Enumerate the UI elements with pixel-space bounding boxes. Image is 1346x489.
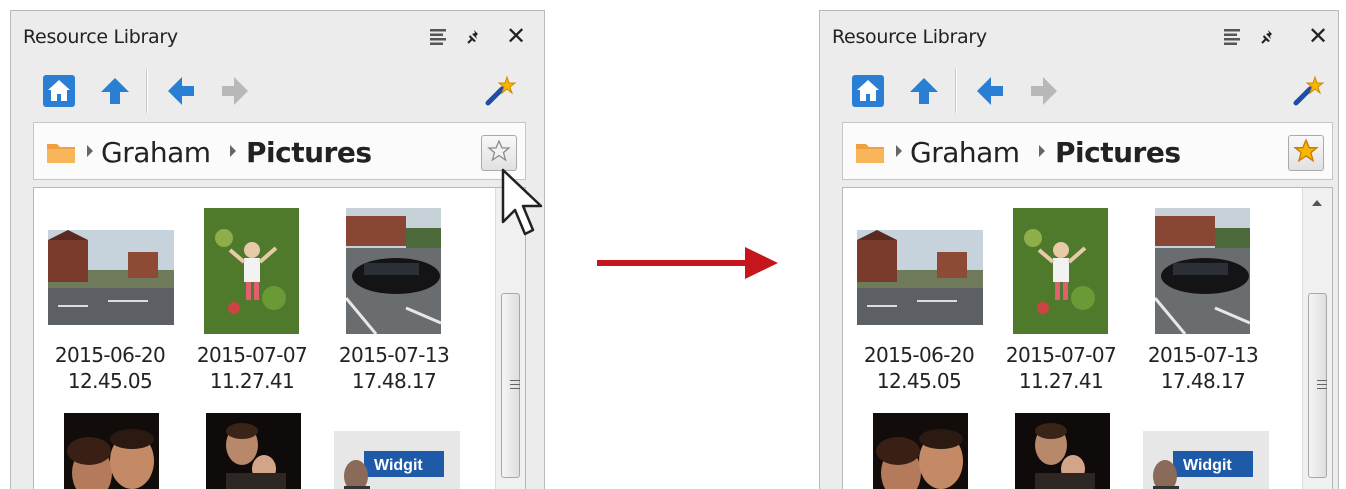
folder-icon bbox=[855, 140, 885, 164]
breadcrumb-separator bbox=[87, 145, 93, 157]
scroll-grip bbox=[1317, 380, 1327, 381]
up-arrow-icon[interactable] bbox=[904, 71, 944, 111]
vertical-scrollbar[interactable] bbox=[1302, 188, 1332, 489]
car-parking-photo bbox=[346, 208, 441, 334]
file-time: 12.45.05 bbox=[876, 369, 962, 393]
mouse-pointer-icon bbox=[501, 168, 543, 236]
breadcrumb-separator bbox=[896, 145, 902, 157]
forward-arrow-icon[interactable] bbox=[1024, 71, 1064, 111]
resource-library-panel-after: Resource Library ✕ Graham Pictures 2015-… bbox=[819, 10, 1339, 489]
forward-arrow-icon[interactable] bbox=[215, 71, 255, 111]
panel-titlebar: Resource Library ✕ bbox=[11, 11, 544, 61]
breadcrumb-separator bbox=[230, 145, 236, 157]
transition-arrow-icon bbox=[597, 247, 778, 279]
scroll-thumb[interactable] bbox=[1308, 293, 1327, 478]
magic-wand-icon[interactable] bbox=[1288, 71, 1328, 111]
panel-title: Resource Library bbox=[832, 26, 987, 48]
panel-titlebar: Resource Library ✕ bbox=[820, 11, 1338, 61]
close-icon[interactable]: ✕ bbox=[502, 23, 530, 51]
favorite-button[interactable] bbox=[1288, 135, 1324, 171]
poster-text: Widgit bbox=[1183, 457, 1232, 474]
scroll-up-icon[interactable] bbox=[1312, 200, 1322, 206]
file-name: 2015-06-20 bbox=[54, 343, 166, 367]
file-name: 2015-07-13 bbox=[1147, 343, 1259, 367]
back-arrow-icon[interactable] bbox=[161, 71, 201, 111]
couple-selfie-photo bbox=[873, 413, 968, 489]
resource-library-panel-before: Resource Library ✕ Graham Pictures 2015-… bbox=[10, 10, 545, 489]
file-time: 11.27.41 bbox=[209, 369, 295, 393]
file-grid: 2015-06-20 12.45.05 2015-07-07 11.27.41 … bbox=[842, 187, 1333, 489]
file-name: 2015-07-13 bbox=[338, 343, 450, 367]
breadcrumb-parent[interactable]: Graham bbox=[910, 136, 1020, 169]
widgit-poster-photo: Widgit bbox=[1143, 431, 1269, 489]
file-time: 17.48.17 bbox=[351, 369, 437, 393]
navigation-toolbar bbox=[11, 63, 544, 119]
scroll-thumb[interactable] bbox=[501, 293, 520, 478]
panel-title: Resource Library bbox=[23, 26, 178, 48]
toolbar-separator bbox=[955, 69, 957, 113]
file-name: 2015-07-07 bbox=[1005, 343, 1117, 367]
breadcrumb: Graham Pictures bbox=[842, 122, 1333, 180]
scroll-grip bbox=[510, 380, 520, 381]
navigation-toolbar bbox=[820, 63, 1338, 119]
file-time: 11.27.41 bbox=[1018, 369, 1104, 393]
breadcrumb-parent[interactable]: Graham bbox=[101, 136, 211, 169]
home-icon[interactable] bbox=[39, 71, 79, 111]
breadcrumb-separator bbox=[1039, 145, 1045, 157]
widgit-poster-photo: Widgit bbox=[334, 431, 460, 489]
list-icon[interactable] bbox=[424, 23, 452, 51]
scroll-grip bbox=[510, 384, 520, 385]
breadcrumb-current[interactable]: Pictures bbox=[246, 136, 372, 169]
pin-icon[interactable] bbox=[1254, 23, 1282, 51]
file-time: 12.45.05 bbox=[67, 369, 153, 393]
list-icon[interactable] bbox=[1218, 23, 1246, 51]
scroll-grip bbox=[1317, 384, 1327, 385]
child-in-grass-photo bbox=[204, 208, 299, 334]
file-time: 17.48.17 bbox=[1160, 369, 1246, 393]
breadcrumb-current[interactable]: Pictures bbox=[1055, 136, 1181, 169]
pin-icon[interactable] bbox=[460, 23, 488, 51]
poster-text: Widgit bbox=[374, 457, 423, 474]
back-arrow-icon[interactable] bbox=[970, 71, 1010, 111]
up-arrow-icon[interactable] bbox=[95, 71, 135, 111]
couple-selfie-photo bbox=[64, 413, 159, 489]
breadcrumb: Graham Pictures bbox=[33, 122, 526, 180]
house-street-photo bbox=[48, 230, 174, 325]
file-grid: 2015-06-20 12.45.05 2015-07-07 11.27.41 … bbox=[33, 187, 526, 489]
star-icon bbox=[1293, 137, 1319, 169]
scroll-grip bbox=[1317, 388, 1327, 389]
file-name: 2015-06-20 bbox=[863, 343, 975, 367]
car-parking-photo bbox=[1155, 208, 1250, 334]
close-icon[interactable]: ✕ bbox=[1304, 23, 1332, 51]
home-icon[interactable] bbox=[848, 71, 888, 111]
star-icon bbox=[487, 138, 511, 168]
child-in-grass-photo bbox=[1013, 208, 1108, 334]
house-street-photo bbox=[857, 230, 983, 325]
scroll-grip bbox=[510, 388, 520, 389]
file-name: 2015-07-07 bbox=[196, 343, 308, 367]
folder-icon bbox=[46, 140, 76, 164]
toolbar-separator bbox=[146, 69, 148, 113]
magic-wand-icon[interactable] bbox=[480, 71, 520, 111]
father-child-photo bbox=[206, 413, 301, 489]
father-child-photo bbox=[1015, 413, 1110, 489]
